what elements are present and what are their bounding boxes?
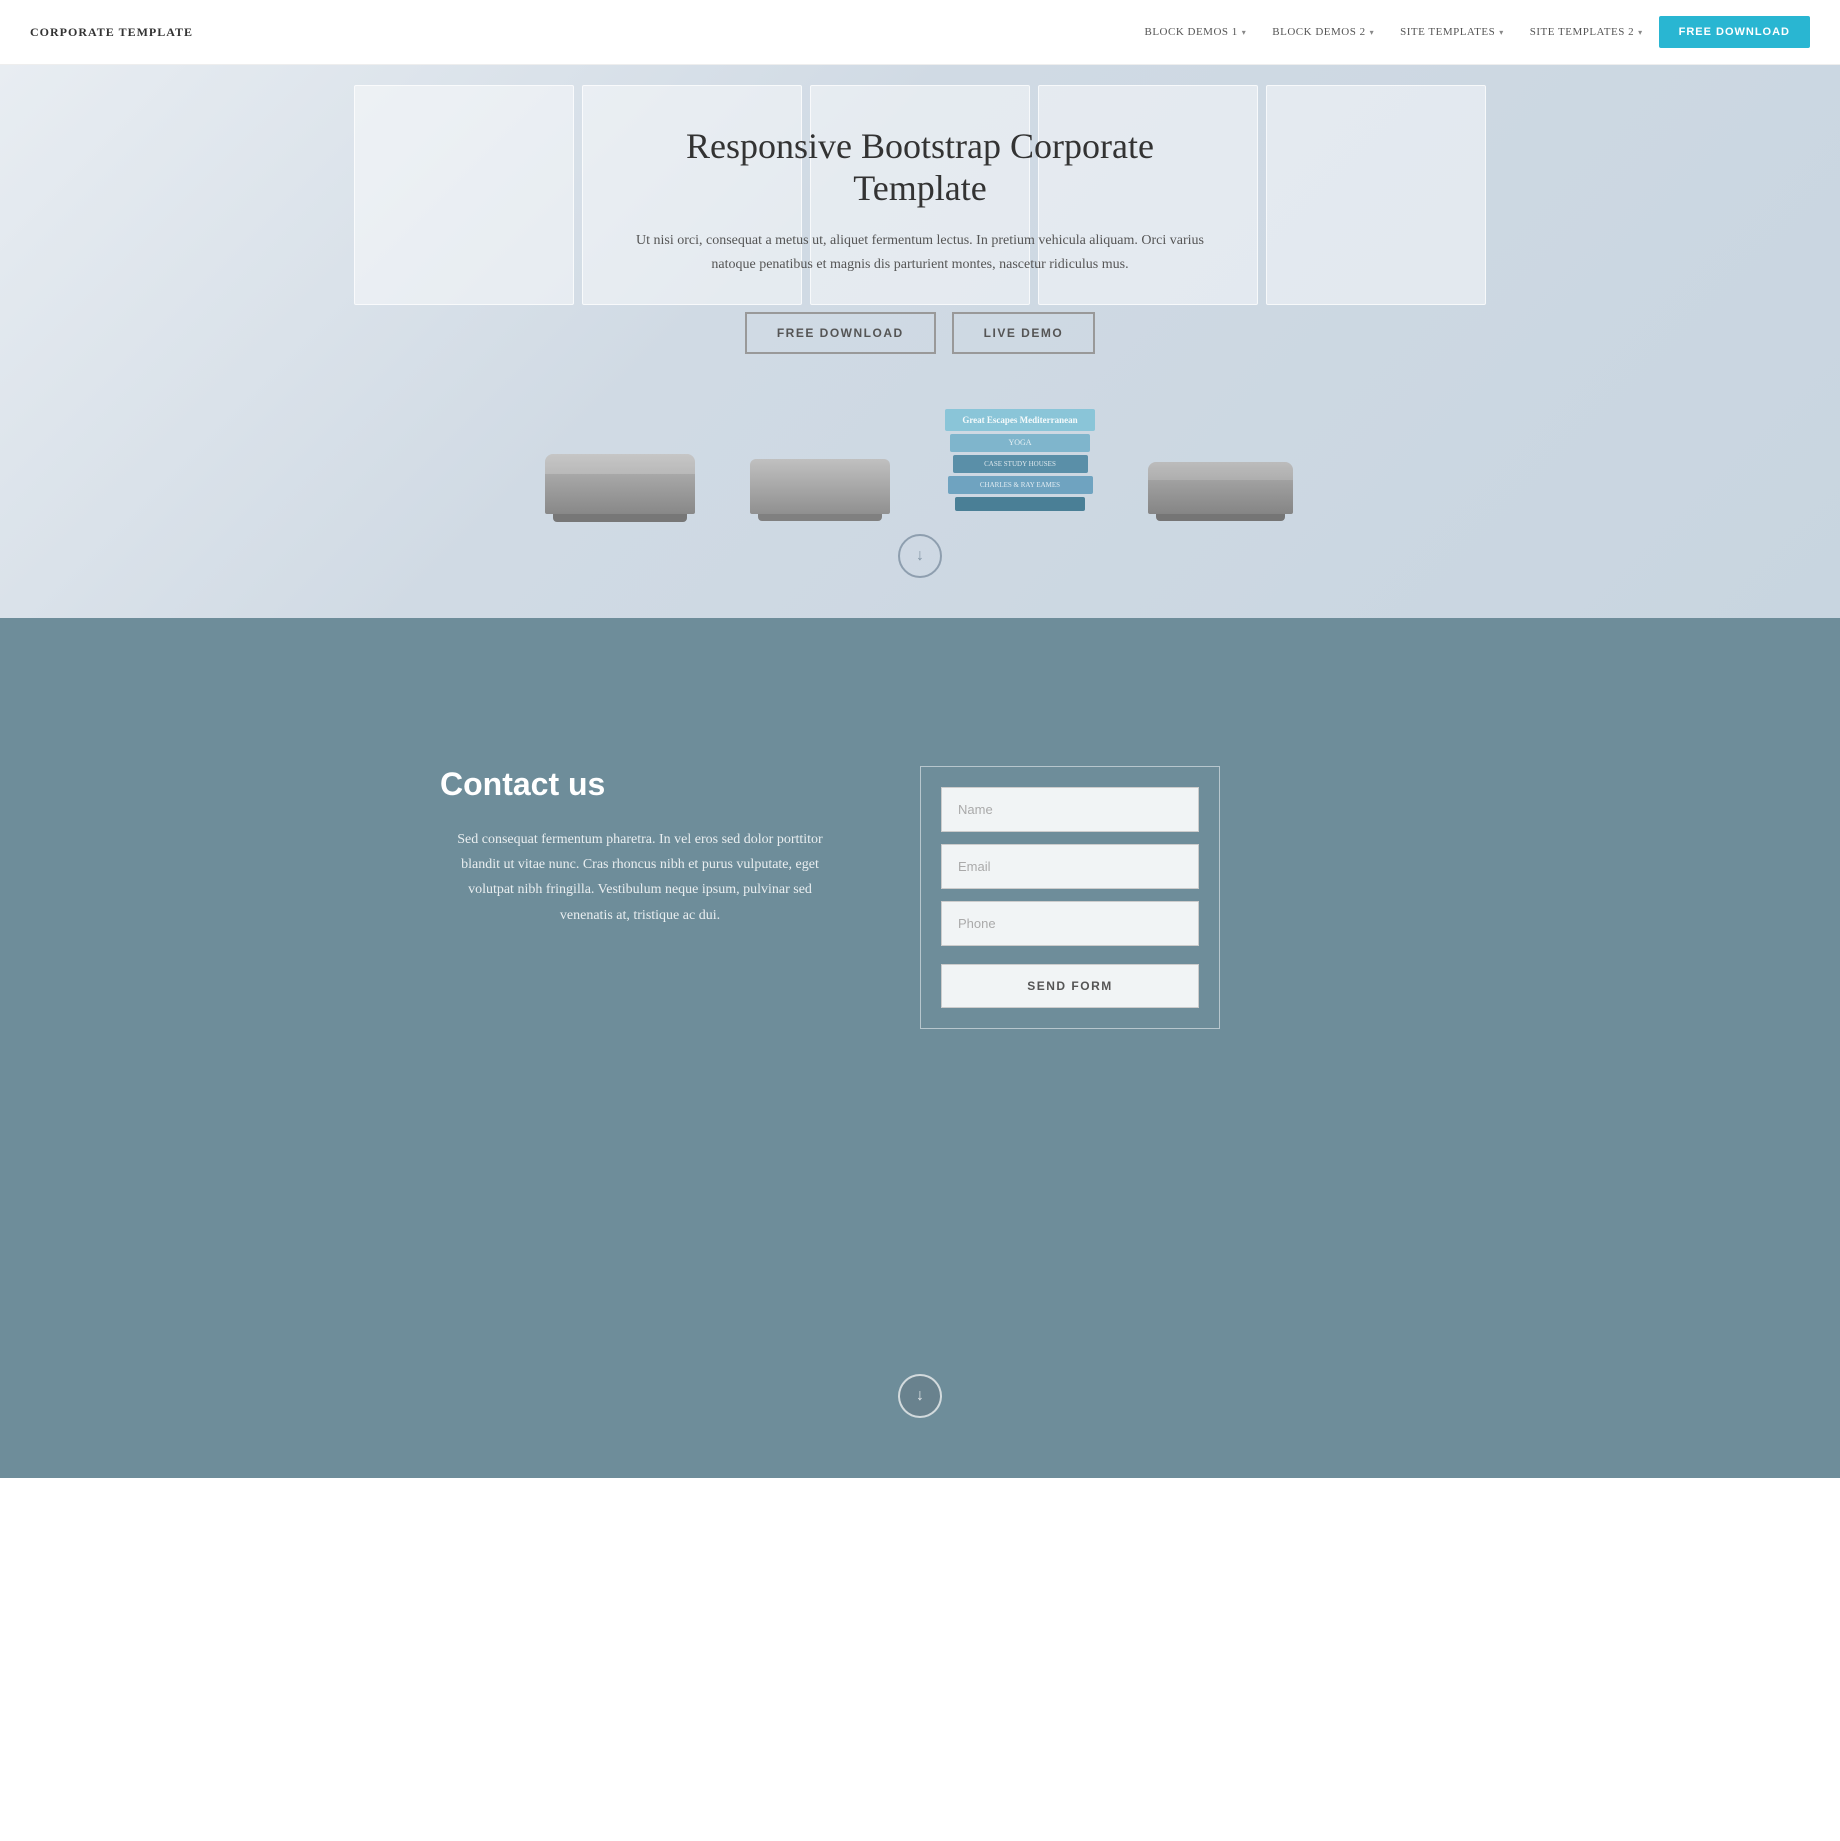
books-item: Great Escapes Mediterranean YOGA CASE ST…	[920, 394, 1120, 514]
couch-1	[545, 454, 695, 514]
hero-demo-button[interactable]: LIVE DEMO	[952, 312, 1096, 354]
contact-inner: Contact us Sed consequat fermentum phare…	[440, 766, 1400, 1029]
hero-description: Ut nisi orci, consequat a metus ut, aliq…	[630, 229, 1210, 277]
product-item-1	[520, 454, 720, 514]
book-4	[955, 497, 1085, 511]
nav-site-templates[interactable]: SITE TEMPLATES ▾	[1390, 20, 1514, 44]
navbar-links: BLOCK DEMOS 1 ▾ BLOCK DEMOS 2 ▾ SITE TEM…	[1134, 16, 1810, 48]
contact-form-box: SEND FORM	[920, 766, 1220, 1029]
contact-left: Contact us Sed consequat fermentum phare…	[440, 766, 840, 928]
contact-section: Contact us Sed consequat fermentum phare…	[0, 618, 1840, 1178]
send-form-button[interactable]: SEND FORM	[941, 964, 1199, 1008]
hero-title: Responsive Bootstrap Corporate Template	[630, 125, 1210, 209]
hero-scroll-down[interactable]: ↓	[898, 534, 942, 578]
hero-bg-box-5	[1266, 85, 1486, 305]
hero-products: Great Escapes Mediterranean YOGA CASE ST…	[440, 394, 1400, 514]
navbar-brand: CORPORATE TEMPLATE	[30, 25, 193, 40]
product-item-3	[1120, 462, 1320, 514]
bottom-section: ↓	[0, 1178, 1840, 1478]
books-stack: Great Escapes Mediterranean YOGA CASE ST…	[940, 394, 1100, 514]
contact-description: Sed consequat fermentum pharetra. In vel…	[440, 827, 840, 928]
contact-right: SEND FORM	[920, 766, 1220, 1029]
caret-icon: ▾	[1499, 28, 1504, 37]
free-download-button[interactable]: FREE DOWNLOAD	[1659, 16, 1810, 48]
book-1: CHARLES & RAY EAMES	[948, 476, 1093, 494]
caret-icon: ▾	[1242, 28, 1247, 37]
caret-icon: ▾	[1638, 28, 1643, 37]
couch-2	[750, 459, 890, 514]
book-2: CASE STUDY HOUSES	[953, 455, 1088, 473]
contact-title: Contact us	[440, 766, 840, 803]
book-3: YOGA	[950, 434, 1090, 452]
book-5: Great Escapes Mediterranean	[945, 409, 1095, 431]
nav-site-templates-2[interactable]: SITE TEMPLATES 2 ▾	[1520, 20, 1653, 44]
hero-content: Responsive Bootstrap Corporate Template …	[630, 125, 1210, 354]
hero-buttons: FREE DOWNLOAD LIVE DEMO	[630, 312, 1210, 354]
email-input[interactable]	[941, 844, 1199, 889]
hero-bg-box-1	[354, 85, 574, 305]
navbar: CORPORATE TEMPLATE BLOCK DEMOS 1 ▾ BLOCK…	[0, 0, 1840, 65]
product-item-2	[720, 459, 920, 514]
couch-3	[1148, 462, 1293, 514]
hero-section: Responsive Bootstrap Corporate Template …	[0, 65, 1840, 618]
nav-block-demos-1[interactable]: BLOCK DEMOS 1 ▾	[1134, 20, 1256, 44]
name-input[interactable]	[941, 787, 1199, 832]
bottom-scroll-down[interactable]: ↓	[898, 1374, 942, 1418]
caret-icon: ▾	[1370, 28, 1375, 37]
nav-block-demos-2[interactable]: BLOCK DEMOS 2 ▾	[1262, 20, 1384, 44]
phone-input[interactable]	[941, 901, 1199, 946]
hero-download-button[interactable]: FREE DOWNLOAD	[745, 312, 936, 354]
